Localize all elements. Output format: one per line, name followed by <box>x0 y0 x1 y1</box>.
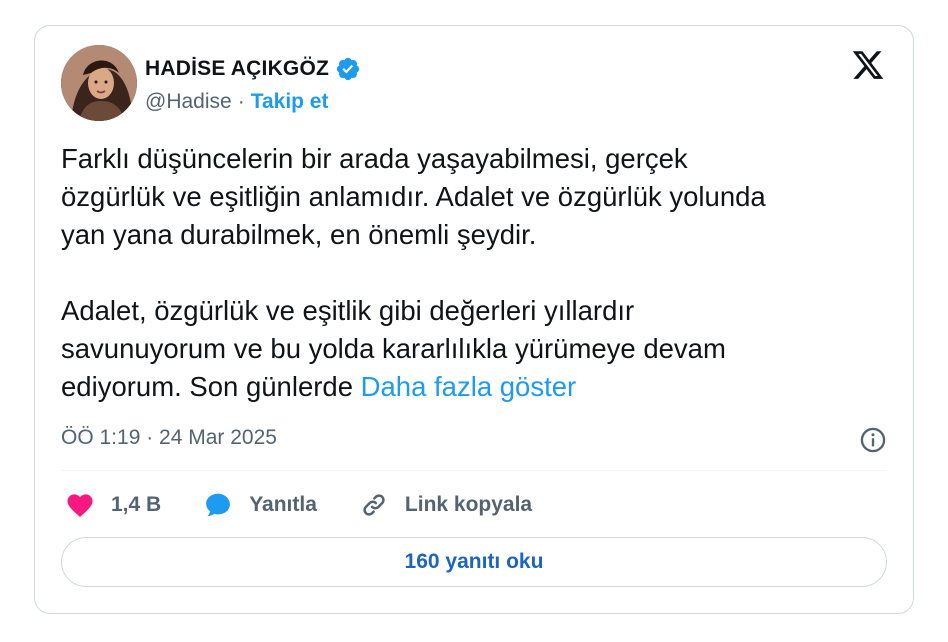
tweet-text: Farklı düşüncelerin bir arada yaşayabilm… <box>61 140 881 406</box>
info-icon[interactable] <box>859 426 887 454</box>
separator-dot: · <box>237 90 245 113</box>
verified-badge-icon <box>336 57 360 81</box>
copy-link-button[interactable]: Link kopyala <box>359 490 532 520</box>
read-replies-button[interactable]: 160 yanıtı oku <box>61 537 887 587</box>
author-display-name[interactable]: HADİSE AÇIKGÖZ <box>145 57 329 81</box>
link-icon <box>363 494 385 516</box>
author-name-row: HADİSE AÇIKGÖZ <box>145 56 361 82</box>
reply-label: Yanıtla <box>249 493 317 516</box>
tweet-timestamp[interactable]: ÖÖ 1:19 · 24 Mar 2025 <box>61 426 277 450</box>
avatar[interactable] <box>61 45 137 121</box>
show-more-link[interactable]: Daha fazla göster <box>361 371 577 402</box>
reply-bubble-icon <box>206 493 231 517</box>
like-button[interactable]: 1,4 B <box>65 490 161 520</box>
tweet-body: Farklı düşüncelerin bir arada yaşayabilm… <box>61 143 766 402</box>
copy-link-label: Link kopyala <box>404 493 533 516</box>
like-count: 1,4 B <box>111 493 162 516</box>
author-handle-row: @Hadise · Takip et <box>145 90 328 114</box>
follow-button[interactable]: Takip et <box>251 90 329 114</box>
divider <box>61 470 887 471</box>
heart-icon <box>67 494 93 517</box>
reply-button[interactable]: Yanıtla <box>203 490 317 520</box>
tweet-card: HADİSE AÇIKGÖZ @Hadise · Takip et Farklı… <box>34 25 914 614</box>
x-logo-icon[interactable] <box>851 48 885 82</box>
action-bar: 1,4 B Yanıtla Link kopyala <box>65 486 574 524</box>
author-handle[interactable]: @Hadise <box>145 90 232 114</box>
